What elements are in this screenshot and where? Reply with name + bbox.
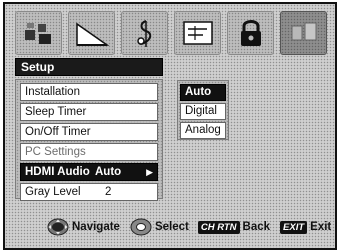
help-select: Select xyxy=(130,218,189,236)
tv-menu-screen: Setup Installation Sleep Timer On/Off Ti… xyxy=(0,0,340,252)
picture-icon[interactable] xyxy=(15,11,62,55)
menu-item-label: Installation xyxy=(25,86,80,98)
select-button-icon xyxy=(130,218,152,236)
exit-key: EXIT xyxy=(280,220,308,234)
setup-menu: Installation Sleep Timer On/Off Timer PC… xyxy=(15,79,163,201)
option-auto[interactable]: Auto xyxy=(180,84,226,101)
menu-item-sleep-timer[interactable]: Sleep Timer xyxy=(20,103,158,121)
option-analog[interactable]: Analog xyxy=(180,122,226,139)
menu-item-pc-settings: PC Settings xyxy=(20,143,158,161)
guide-icon[interactable] xyxy=(174,11,221,55)
help-back-label: Back xyxy=(242,221,271,233)
menu-title: Setup xyxy=(15,58,163,76)
help-exit: EXIT Exit xyxy=(280,220,332,234)
help-back: CH RTN Back xyxy=(197,220,271,234)
hdmi-audio-submenu: Auto Digital Analog xyxy=(177,80,229,140)
lock-icon[interactable] xyxy=(227,11,274,55)
menu-item-label: HDMI Audio xyxy=(25,166,90,178)
menu-item-label: PC Settings xyxy=(25,146,86,158)
icon-bar xyxy=(15,11,329,55)
menu-frame: Setup Installation Sleep Timer On/Off Ti… xyxy=(3,2,337,250)
menu-item-installation[interactable]: Installation xyxy=(20,83,158,101)
menu-item-hdmi-audio[interactable]: HDMI Audio Auto ▶ xyxy=(20,163,158,181)
ch-rtn-key: CH RTN xyxy=(197,220,240,234)
sound-icon[interactable] xyxy=(68,11,115,55)
help-navigate: Navigate xyxy=(47,218,120,236)
option-digital[interactable]: Digital xyxy=(180,103,226,120)
menu-item-value: Auto xyxy=(95,166,122,178)
help-bar: Navigate Select CH RTN Back EXIT Exit xyxy=(5,216,335,238)
menu-item-label: Gray Level xyxy=(25,186,81,198)
menu-item-gray-level[interactable]: Gray Level 2 xyxy=(20,183,158,201)
music-icon[interactable] xyxy=(121,11,168,55)
menu-item-value: 2 xyxy=(105,186,112,198)
help-exit-label: Exit xyxy=(310,221,332,233)
menu-item-label: On/Off Timer xyxy=(25,126,91,138)
right-arrow-icon: ▶ xyxy=(146,167,153,177)
menu-item-on-off-timer[interactable]: On/Off Timer xyxy=(20,123,158,141)
setup-icon[interactable] xyxy=(280,11,327,55)
menu-item-label: Sleep Timer xyxy=(25,106,87,118)
help-select-label: Select xyxy=(154,221,189,233)
help-navigate-label: Navigate xyxy=(72,221,120,233)
navigate-dpad-icon xyxy=(47,218,69,236)
